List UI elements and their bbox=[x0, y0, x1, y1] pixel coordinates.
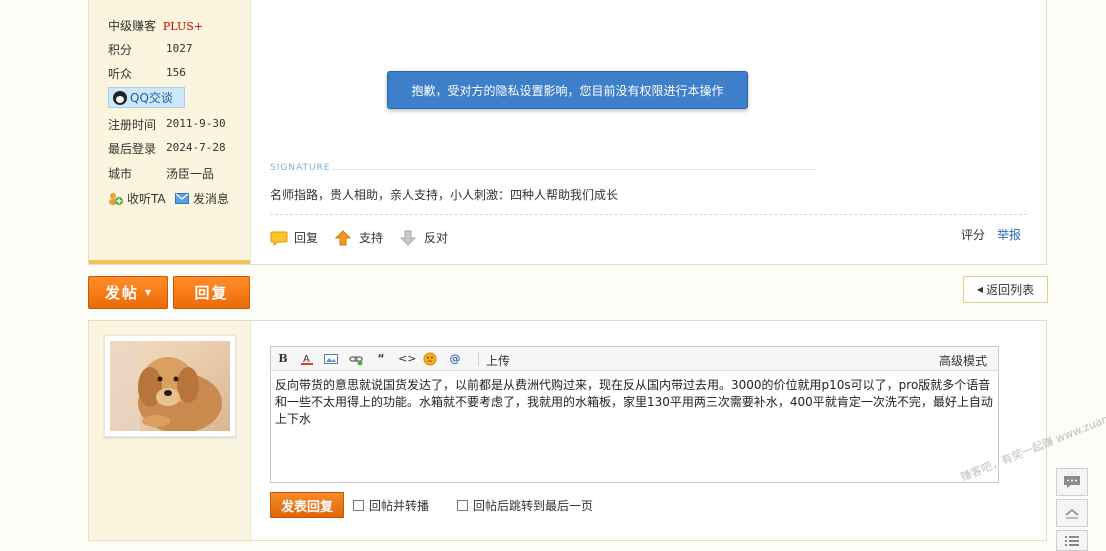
mention-icon[interactable]: @ bbox=[448, 352, 462, 366]
upload-button[interactable]: 上传 bbox=[486, 352, 510, 369]
envelope-icon bbox=[175, 193, 189, 204]
chat-icon bbox=[1064, 476, 1080, 488]
quote-icon[interactable]: “ bbox=[374, 352, 388, 366]
arrow-up-icon bbox=[335, 229, 351, 245]
bold-icon[interactable]: B bbox=[276, 352, 290, 366]
new-post-button[interactable]: 发帖 ▼ bbox=[88, 276, 168, 309]
new-post-label: 发帖 bbox=[104, 284, 139, 302]
follow-label: 收听TA bbox=[127, 192, 166, 206]
points-label: 积分 bbox=[108, 43, 133, 57]
reply-action[interactable]: 回复 bbox=[270, 229, 318, 246]
reply-textarea[interactable]: 反向带货的意思就说国货发达了，以前都是从费洲代购过来，现在反从国内带过去用。30… bbox=[275, 377, 993, 428]
list-icon bbox=[1065, 535, 1079, 546]
font-color-icon[interactable]: A bbox=[300, 352, 314, 366]
message-link[interactable]: 发消息 bbox=[175, 190, 229, 207]
avatar[interactable] bbox=[104, 335, 236, 437]
register-label: 注册时间 bbox=[108, 118, 157, 132]
oppose-action[interactable]: 反对 bbox=[400, 229, 448, 246]
rank-row: 中级赚客 PLUS+ bbox=[108, 17, 203, 34]
qq-chat-button[interactable]: QQ交谈 bbox=[108, 87, 185, 108]
message-label: 发消息 bbox=[193, 192, 230, 206]
jump-last-checkbox[interactable]: 回帖后跳转到最后一页 bbox=[457, 497, 593, 514]
toolbar-separator bbox=[478, 352, 479, 366]
qq-icon bbox=[113, 90, 127, 105]
last-login-label: 最后登录 bbox=[108, 142, 157, 156]
back-to-list-button[interactable]: ◀ 返回列表 bbox=[963, 276, 1048, 303]
follow-link[interactable]: 收听TA bbox=[108, 190, 166, 207]
city-label: 城市 bbox=[108, 167, 133, 181]
advanced-mode-link[interactable]: 高级模式 bbox=[939, 352, 987, 369]
city-value: 汤臣一品 bbox=[166, 167, 215, 181]
reply-editor[interactable]: B A “ <> @ 上传 高级模式 反向带货的意思就说国货发达了，以前都是从费… bbox=[270, 346, 999, 483]
back-to-list-label: 返回列表 bbox=[986, 283, 1035, 297]
jump-last-checkbox-box[interactable] bbox=[457, 500, 468, 511]
list-float-button[interactable] bbox=[1056, 530, 1088, 551]
submit-reply-button[interactable]: 发表回复 bbox=[270, 492, 344, 518]
qq-chat-label: QQ交谈 bbox=[130, 91, 173, 105]
avatar-image bbox=[110, 341, 230, 431]
forward-checkbox-box[interactable] bbox=[353, 500, 364, 511]
rank-label[interactable]: 中级赚客 bbox=[108, 19, 156, 33]
signature-divider bbox=[333, 169, 815, 170]
last-login-date: 2024-7-28 bbox=[166, 141, 226, 154]
scroll-top-button[interactable] bbox=[1056, 499, 1088, 527]
editor-toolbar: B A “ <> @ 上传 高级模式 bbox=[271, 347, 998, 371]
support-action[interactable]: 支持 bbox=[335, 229, 383, 246]
code-icon[interactable]: <> bbox=[398, 352, 416, 366]
permission-alert: 抱歉，受对方的隐私设置影响，您目前没有权限进行本操作 bbox=[387, 71, 748, 109]
chevron-down-icon: ▼ bbox=[144, 288, 152, 297]
listeners-label: 听众 bbox=[108, 67, 133, 81]
rank-badge: PLUS+ bbox=[162, 20, 203, 33]
speech-bubble-icon bbox=[270, 231, 288, 246]
link-icon[interactable] bbox=[349, 352, 363, 366]
register-date: 2011-9-30 bbox=[166, 117, 226, 130]
submit-reply-label: 发表回复 bbox=[280, 499, 333, 515]
signature-label: SIGNATURE bbox=[270, 163, 331, 173]
arrow-down-icon bbox=[400, 230, 416, 246]
chevron-left-icon: ◀ bbox=[976, 285, 984, 294]
author-info: 中级赚客 PLUS+ 积分 1027 听众 156 QQ交谈 注册时间 2011… bbox=[88, 0, 249, 265]
image-icon[interactable] bbox=[324, 352, 338, 366]
post-divider bbox=[270, 214, 1027, 215]
chevron-up-icon bbox=[1065, 509, 1079, 519]
support-action-label: 支持 bbox=[359, 231, 384, 245]
emoji-icon[interactable] bbox=[423, 352, 437, 366]
reply-button-label: 回复 bbox=[194, 284, 229, 302]
signature-text: 名师指路，贵人相助，亲人支持，小人刺激：四种人帮助我们成长 bbox=[270, 188, 619, 202]
points-value[interactable]: 1027 bbox=[166, 42, 193, 55]
rate-link[interactable]: 评分 bbox=[961, 226, 985, 243]
reply-action-label: 回复 bbox=[294, 231, 319, 245]
follow-icon bbox=[109, 192, 123, 205]
listeners-value[interactable]: 156 bbox=[166, 66, 186, 79]
comment-float-button[interactable] bbox=[1056, 468, 1088, 496]
report-link[interactable]: 举报 bbox=[997, 226, 1021, 243]
forward-checkbox-label: 回帖并转播 bbox=[369, 499, 430, 513]
permission-alert-text: 抱歉，受对方的隐私设置影响，您目前没有权限进行本操作 bbox=[411, 83, 724, 98]
jump-last-checkbox-label: 回帖后跳转到最后一页 bbox=[473, 499, 594, 513]
forward-checkbox[interactable]: 回帖并转播 bbox=[353, 497, 429, 514]
reply-button[interactable]: 回复 bbox=[173, 276, 250, 309]
oppose-action-label: 反对 bbox=[424, 231, 449, 245]
